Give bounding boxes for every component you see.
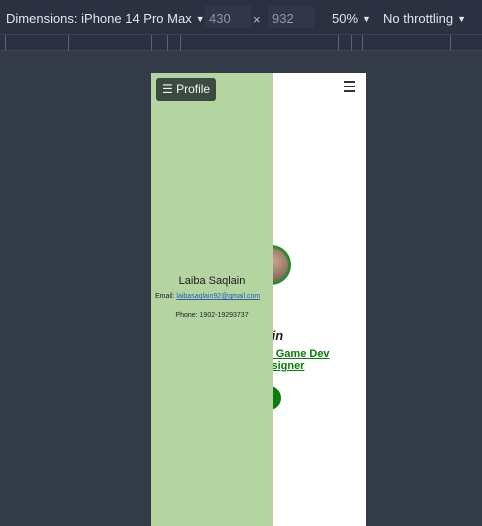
zoom-value: 50%	[332, 11, 359, 26]
menu-icon[interactable]	[344, 81, 355, 92]
device-viewport: Saqlain lent | Game Dev X Designer ☰ Pro…	[151, 73, 366, 526]
ruler-tick	[167, 35, 168, 51]
ruler-tick	[68, 35, 69, 51]
times-separator: ×	[253, 12, 261, 27]
media-query-ruler[interactable]	[0, 34, 482, 51]
ruler-tick	[5, 35, 6, 51]
ruler-tick	[351, 35, 352, 51]
sidebar-name: Laiba Saqlain	[178, 275, 246, 287]
ruler-tick	[151, 35, 152, 51]
email-link[interactable]: laibasaqlain92@gmail.com	[176, 293, 260, 300]
throttling-select[interactable]: No throttling ▼	[383, 11, 466, 26]
width-input[interactable]: 430	[205, 6, 251, 28]
ruler-tick	[362, 35, 363, 51]
ruler-tick	[338, 35, 339, 51]
profile-toggle-button[interactable]: ☰ Profile	[156, 78, 217, 101]
ruler-tick	[180, 35, 181, 51]
chevron-down-icon: ▼	[457, 14, 467, 24]
profile-sidebar: ☰ Profile Laiba Saqlain Email: laibasaql…	[151, 73, 273, 526]
zoom-select[interactable]: 50% ▼	[332, 11, 371, 26]
sidebar-email: Email: laibasaqlain92@gmail.com	[155, 293, 275, 300]
throttling-value: No throttling	[383, 11, 454, 26]
chevron-down-icon: ▼	[195, 14, 205, 24]
ruler-tick	[450, 35, 451, 51]
device-toolbar: Dimensions: iPhone 14 Pro Max ▼ 430 × 932…	[0, 0, 482, 34]
device-select[interactable]: Dimensions: iPhone 14 Pro Max ▼	[6, 11, 205, 26]
email-label: Email:	[155, 293, 175, 300]
height-input[interactable]: 932	[268, 6, 314, 28]
chevron-down-icon: ▼	[362, 14, 371, 24]
sidebar-phone: Phone: 1902-19293737	[175, 312, 249, 319]
device-select-label: Dimensions: iPhone 14 Pro Max	[6, 11, 192, 26]
